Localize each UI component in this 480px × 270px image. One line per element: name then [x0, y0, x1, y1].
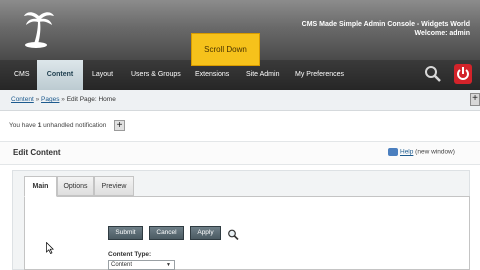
breadcrumb-separator: »	[59, 96, 67, 103]
cancel-button[interactable]: Cancel	[149, 226, 184, 240]
welcome-user: Welcome: admin	[414, 30, 471, 37]
notification-expand-button[interactable]: +	[114, 120, 125, 131]
site-title: CMS Made Simple Admin Console - Widgets …	[301, 21, 470, 28]
edit-content-bar: Edit Content Help (new window)	[0, 141, 480, 165]
page-title: Edit Content	[13, 148, 61, 157]
nav-item-cms[interactable]: CMS	[14, 60, 30, 90]
tab-options[interactable]: Options	[57, 176, 94, 196]
breadcrumb-content-link[interactable]: Content	[11, 96, 34, 103]
tab-main[interactable]: Main	[24, 176, 57, 197]
tab-preview[interactable]: Preview	[94, 176, 134, 196]
cursor-icon	[46, 242, 54, 254]
content-type-value: Content	[111, 262, 133, 268]
notification-suffix: unhandled notification	[41, 122, 107, 129]
help-icon	[388, 148, 398, 156]
help-block: Help (new window)	[388, 148, 455, 156]
nav-item-my-preferences[interactable]: My Preferences	[295, 60, 344, 90]
palm-tree-logo-icon[interactable]	[22, 8, 56, 50]
expand-panel-button[interactable]: +	[470, 93, 480, 106]
content-type-select[interactable]: Content ▼	[108, 260, 175, 270]
nav-item-users-groups[interactable]: Users & Groups	[131, 60, 181, 90]
nav-item-content[interactable]: Content	[37, 60, 83, 90]
help-note: (new window)	[413, 148, 455, 156]
breadcrumb-pages-link[interactable]: Pages	[41, 96, 59, 103]
content-type-label: Content Type:	[108, 251, 152, 258]
zoom-icon[interactable]	[227, 229, 239, 240]
help-link[interactable]: Help	[400, 149, 413, 156]
tab-content	[24, 196, 470, 270]
power-icon	[457, 67, 469, 80]
notification-text: You have 1 unhandled notification	[9, 122, 106, 129]
logout-button[interactable]	[454, 64, 472, 84]
site-title-block: CMS Made Simple Admin Console - Widgets …	[302, 20, 470, 38]
chevron-down-icon: ▼	[166, 262, 171, 268]
breadcrumb-separator: »	[33, 96, 42, 103]
nav-item-layout[interactable]: Layout	[92, 60, 113, 90]
search-icon[interactable]	[424, 65, 442, 83]
apply-button[interactable]: Apply	[190, 226, 221, 240]
submit-button[interactable]: Submit	[108, 226, 143, 240]
breadcrumb-current: Edit Page: Home	[66, 96, 116, 103]
breadcrumb: Content » Pages » Edit Page: Home	[0, 90, 480, 111]
notification-prefix: You have	[9, 122, 38, 129]
scroll-down-button[interactable]: Scroll Down	[191, 33, 260, 66]
